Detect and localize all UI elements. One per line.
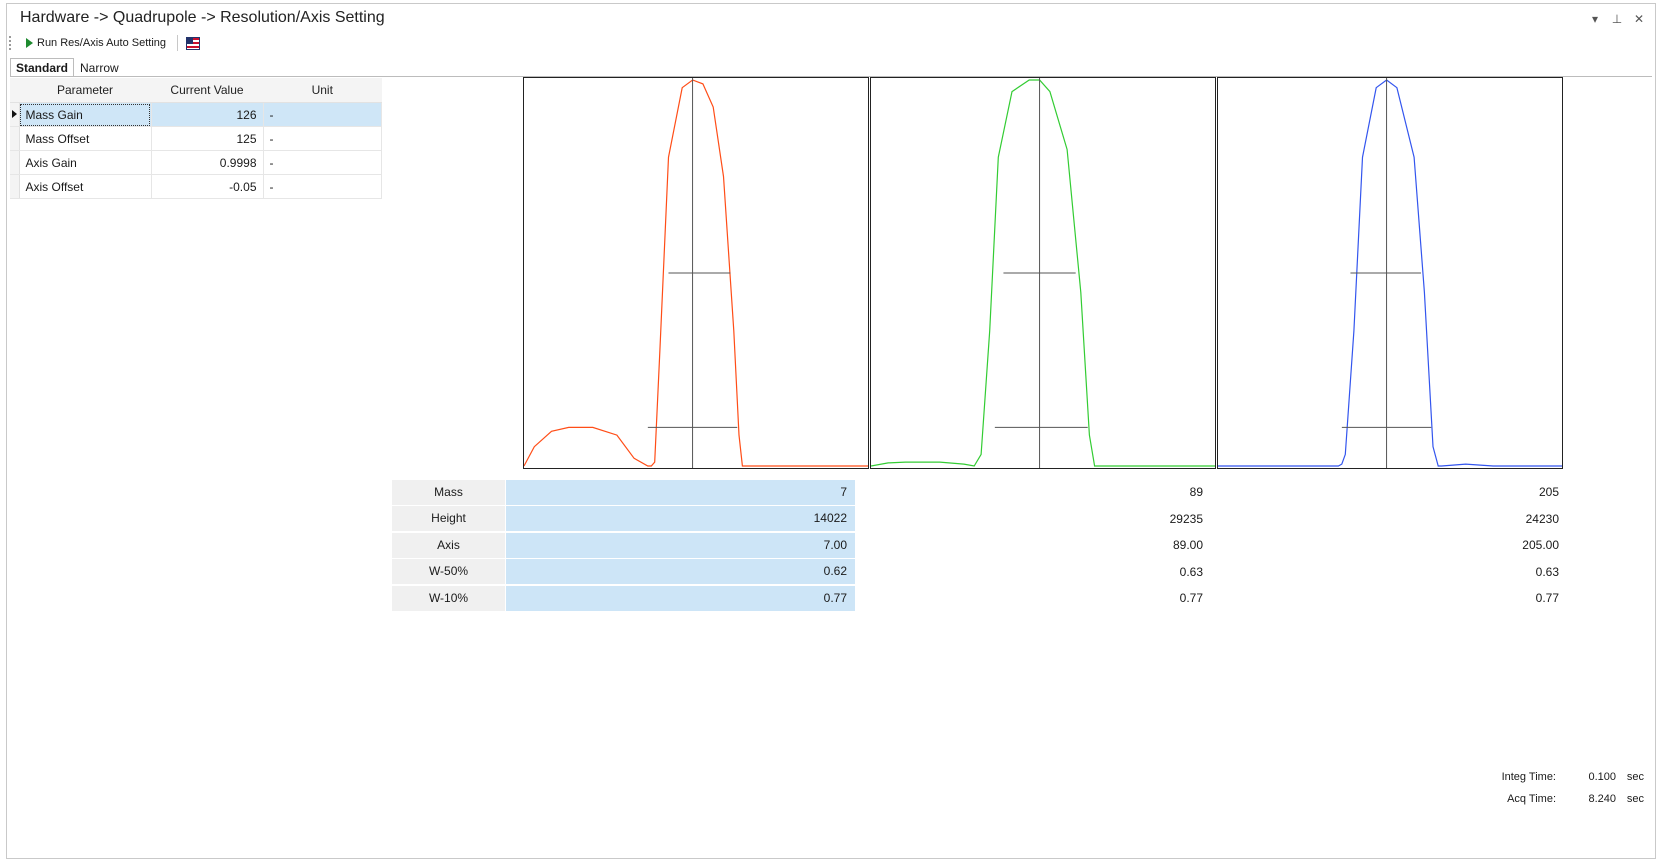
- peak-plot-3-svg: [1218, 78, 1562, 468]
- integ-time-unit: sec: [1626, 771, 1644, 783]
- results-row-w50: W-50% 0.62 0.63 0.63: [392, 559, 1564, 586]
- run-auto-setting-button[interactable]: Run Res/Axis Auto Setting: [23, 36, 169, 50]
- results-label: W-50%: [392, 559, 505, 585]
- run-auto-setting-label: Run Res/Axis Auto Setting: [37, 37, 167, 49]
- integ-time-value: 0.100: [1588, 771, 1616, 783]
- peak-plot-1: [523, 77, 869, 469]
- integ-time-row: Integ Time: 0.100 sec: [1466, 771, 1644, 783]
- results-cell[interactable]: 205.00: [1208, 538, 1563, 552]
- results-cell[interactable]: 0.77: [1208, 591, 1563, 605]
- acq-time-label: Acq Time:: [1507, 793, 1556, 805]
- toolbar-separator: [177, 35, 179, 51]
- peak-plot-1-svg: [524, 78, 868, 468]
- results-label: Height: [392, 506, 505, 532]
- row-selector[interactable]: [10, 102, 20, 127]
- results-row-mass: Mass 7 89 205: [392, 479, 1564, 506]
- table-row[interactable]: Mass Offset 125 -: [10, 126, 382, 151]
- toolbar-grip-icon[interactable]: [9, 36, 17, 50]
- results-label: W-10%: [392, 585, 505, 611]
- results-cell[interactable]: 0.77: [855, 591, 1208, 605]
- parameter-value[interactable]: -0.05: [151, 174, 264, 199]
- resolution-axis-window: Hardware -> Quadrupole -> Resolution/Axi…: [6, 3, 1656, 859]
- results-cell[interactable]: 29235: [855, 512, 1208, 526]
- acq-time-row: Acq Time: 8.240 sec: [1466, 793, 1644, 805]
- acq-time-value: 8.240: [1588, 793, 1616, 805]
- table-row[interactable]: Axis Offset -0.05 -: [10, 174, 382, 199]
- tab-standard[interactable]: Standard: [10, 58, 75, 77]
- pin-icon[interactable]: ⊥: [1611, 12, 1623, 26]
- tab-narrow[interactable]: Narrow: [74, 58, 125, 77]
- row-header-corner: [10, 78, 19, 103]
- window-title: Hardware -> Quadrupole -> Resolution/Axi…: [20, 9, 385, 26]
- play-icon: [26, 38, 33, 48]
- results-row-w10: W-10% 0.77 0.77 0.77: [392, 585, 1564, 612]
- table-row[interactable]: Mass Gain 126 -: [10, 102, 382, 127]
- tab-strip: Standard Narrow: [10, 58, 125, 77]
- parameter-grid: Parameter Current Value Unit Mass Gain 1…: [10, 78, 382, 199]
- peak-plot-2-svg: [871, 78, 1215, 468]
- row-selector[interactable]: [10, 150, 20, 175]
- results-row-height: Height 14022 29235 24230: [392, 506, 1564, 533]
- results-cell[interactable]: 89: [855, 485, 1208, 499]
- row-selector[interactable]: [10, 174, 20, 199]
- results-label: Axis: [392, 532, 505, 558]
- integ-time-label: Integ Time:: [1501, 771, 1556, 783]
- window-controls: ▾ ⊥ ✕: [1589, 12, 1645, 26]
- column-header-current-value[interactable]: Current Value: [151, 78, 263, 103]
- peak-plot-3: [1217, 77, 1563, 469]
- results-cell[interactable]: 14022: [506, 506, 855, 532]
- dropdown-icon[interactable]: ▾: [1589, 12, 1601, 26]
- parameter-name[interactable]: Axis Offset: [19, 174, 152, 199]
- current-row-arrow-icon: [12, 110, 17, 118]
- toolbar: Run Res/Axis Auto Setting: [9, 32, 201, 54]
- parameter-name[interactable]: Mass Offset: [19, 126, 152, 151]
- parameter-unit[interactable]: -: [263, 126, 382, 151]
- results-row-axis: Axis 7.00 89.00 205.00: [392, 532, 1564, 559]
- results-cell[interactable]: 7.00: [506, 532, 855, 558]
- parameter-unit[interactable]: -: [263, 150, 382, 175]
- parameter-name[interactable]: Mass Gain: [19, 102, 152, 127]
- close-icon[interactable]: ✕: [1633, 12, 1645, 26]
- peak-plot-2: [870, 77, 1216, 469]
- parameter-value[interactable]: 126: [151, 102, 264, 127]
- row-selector[interactable]: [10, 126, 20, 151]
- results-cell[interactable]: 0.77: [506, 585, 855, 611]
- flag-icon[interactable]: [186, 36, 201, 50]
- parameter-value[interactable]: 0.9998: [151, 150, 264, 175]
- results-cell[interactable]: 205: [1208, 485, 1563, 499]
- parameter-value[interactable]: 125: [151, 126, 264, 151]
- results-cell[interactable]: 7: [506, 479, 855, 505]
- results-cell[interactable]: 89.00: [855, 538, 1208, 552]
- parameter-unit[interactable]: -: [263, 102, 382, 127]
- results-cell[interactable]: 0.63: [855, 565, 1208, 579]
- parameter-name[interactable]: Axis Gain: [19, 150, 152, 175]
- parameter-unit[interactable]: -: [263, 174, 382, 199]
- column-header-unit[interactable]: Unit: [263, 78, 382, 103]
- results-grid: Mass 7 89 205 Height 14022 29235 24230 A…: [392, 479, 1564, 612]
- results-label: Mass: [392, 479, 505, 505]
- results-cell[interactable]: 0.62: [506, 559, 855, 585]
- results-cell[interactable]: 24230: [1208, 512, 1563, 526]
- acq-time-unit: sec: [1626, 793, 1644, 805]
- column-header-parameter[interactable]: Parameter: [19, 78, 151, 103]
- table-row[interactable]: Axis Gain 0.9998 -: [10, 150, 382, 175]
- results-cell[interactable]: 0.63: [1208, 565, 1563, 579]
